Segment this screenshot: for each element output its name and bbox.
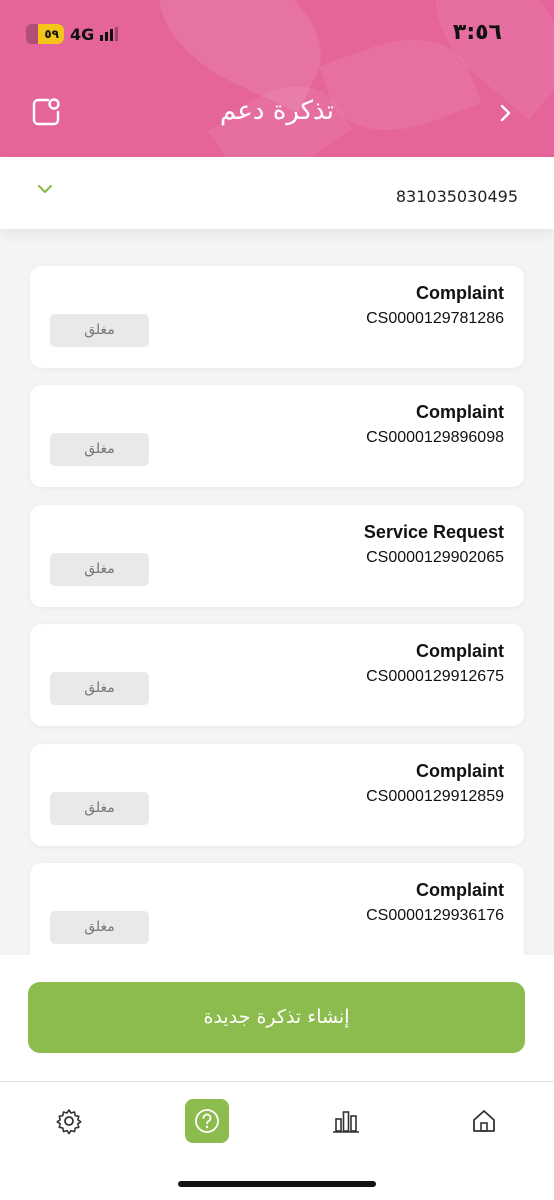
ticket-id: CS0000129781286 — [366, 310, 504, 327]
tab-usage[interactable] — [324, 1099, 368, 1143]
ticket-card[interactable]: Complaint CS0000129912859 مغلق — [30, 744, 524, 846]
ticket-id: CS0000129912675 — [366, 668, 504, 685]
tab-help[interactable] — [185, 1099, 229, 1143]
ticket-type: Complaint — [416, 641, 504, 661]
ticket-card[interactable]: Complaint CS0000129936176 مغلق — [30, 863, 524, 965]
gear-icon — [56, 1109, 82, 1135]
create-ticket-button[interactable]: إنشاء تذكرة جديدة — [28, 982, 525, 1053]
home-icon — [473, 1110, 495, 1132]
ticket-card[interactable]: Complaint CS0000129912675 مغلق — [30, 624, 524, 726]
ticket-card[interactable]: Service Request CS0000129902065 مغلق — [30, 505, 524, 607]
tab-home[interactable] — [462, 1099, 506, 1143]
network-type: 4G — [70, 24, 95, 44]
account-selector[interactable]: 831035030495 — [0, 157, 554, 229]
ticket-id: CS0000129896098 — [366, 429, 504, 446]
account-number: 831035030495 — [395, 187, 518, 206]
tab-settings[interactable] — [47, 1099, 91, 1143]
ticket-type: Complaint — [416, 402, 504, 422]
ticket-type: Complaint — [416, 880, 504, 900]
status-time: ٣:٥٦ — [452, 20, 502, 45]
chevron-down-icon[interactable] — [36, 182, 54, 196]
status-badge: مغلق — [50, 553, 149, 586]
ticket-type: Complaint — [416, 761, 504, 781]
ticket-id: CS0000129936176 — [366, 907, 504, 924]
help-icon — [195, 1109, 219, 1133]
status-badge: مغلق — [50, 433, 149, 466]
ticket-card[interactable]: Complaint CS0000129896098 مغلق — [30, 385, 524, 487]
ticket-type: Service Request — [363, 522, 504, 542]
status-badge: مغلق — [50, 792, 149, 825]
battery-level: ٥٩ — [44, 27, 59, 41]
ticket-type: Complaint — [416, 283, 504, 303]
home-indicator — [178, 1181, 376, 1187]
chevron-right-icon[interactable] — [496, 100, 518, 126]
bar-chart-icon — [333, 1111, 359, 1133]
ticket-id: CS0000129902065 — [366, 549, 504, 566]
ticket-card[interactable]: Complaint CS0000129781286 مغلق — [30, 266, 524, 368]
header: ٥٩ 4G ٣:٥٦ تذكرة دعم — [0, 0, 554, 157]
status-indicators: ٥٩ 4G — [26, 24, 119, 44]
status-badge: مغلق — [50, 314, 149, 347]
status-badge: مغلق — [50, 911, 149, 944]
page-title: تذكرة دعم — [220, 96, 334, 126]
battery-icon: ٥٩ — [26, 24, 64, 44]
ticket-id: CS0000129912859 — [366, 788, 504, 805]
status-badge: مغلق — [50, 672, 149, 705]
signal-icon — [100, 27, 119, 41]
